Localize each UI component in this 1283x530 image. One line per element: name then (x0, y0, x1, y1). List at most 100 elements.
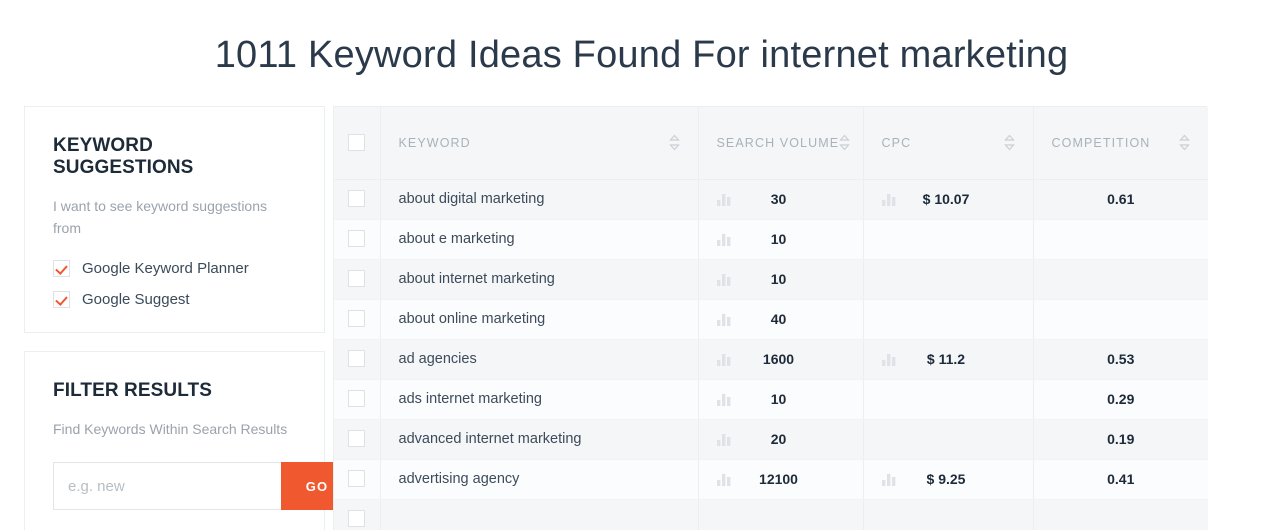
table-row[interactable]: about e marketing 10 (334, 219, 1208, 260)
row-checkbox-icon[interactable] (348, 270, 366, 288)
cell-cpc (863, 419, 1034, 460)
table-row[interactable]: about internet marketing 10 (334, 259, 1208, 300)
cell-keyword: advanced internet marketing (380, 419, 699, 460)
column-header-competition-label: COMPETITION (1051, 135, 1151, 150)
bar-chart-icon (716, 433, 730, 446)
suggestion-source-list: Google Keyword Planner Google Suggest (53, 259, 296, 308)
results-table-container: KEYWORD SEARCH VOLUME CPC COMPETITION ab… (333, 106, 1208, 530)
row-checkbox-icon[interactable] (348, 310, 366, 328)
checkbox-checked-icon[interactable] (53, 259, 70, 277)
filter-search-input[interactable] (53, 462, 281, 511)
cell-search-volume: 12100 (698, 459, 864, 500)
bar-chart-icon (716, 393, 730, 406)
checkbox-row-google-keyword-planner[interactable]: Google Keyword Planner (53, 259, 296, 277)
keyword-results-table: KEYWORD SEARCH VOLUME CPC COMPETITION ab… (334, 107, 1208, 530)
main-layout: KEYWORD SUGGESTIONS I want to see keywor… (0, 77, 1283, 530)
filter-search-row: GO (53, 462, 353, 511)
table-row[interactable]: ads internet marketing 10 0.29 (334, 379, 1208, 420)
cell-competition: 0.61 (1033, 179, 1208, 220)
row-select-cell[interactable] (334, 339, 381, 380)
cell-keyword: ads internet marketing (380, 379, 699, 420)
sort-chevron-icon[interactable] (1179, 134, 1190, 151)
cell-competition: 0.29 (1033, 379, 1208, 420)
row-checkbox-icon[interactable] (348, 470, 366, 488)
column-header-keyword[interactable]: KEYWORD (380, 107, 699, 180)
keyword-text: about e marketing (398, 231, 515, 247)
keyword-text: about digital marketing (398, 191, 545, 207)
row-select-cell[interactable] (334, 419, 381, 460)
cell-search-volume: 40 (698, 299, 864, 340)
table-header: KEYWORD SEARCH VOLUME CPC COMPETITION (334, 107, 1208, 180)
row-select-cell[interactable] (334, 219, 381, 260)
cell-cpc (863, 259, 1034, 300)
column-header-cpc[interactable]: CPC (863, 107, 1034, 180)
cell-search-volume: 30 (698, 179, 864, 220)
bar-chart-icon (716, 273, 730, 286)
row-select-cell[interactable] (334, 299, 381, 340)
keyword-text: about online marketing (398, 311, 546, 327)
filter-results-title: FILTER RESULTS (53, 379, 213, 401)
bar-chart-icon (716, 233, 730, 246)
row-checkbox-icon[interactable] (348, 390, 366, 408)
cell-competition: 0.19 (1033, 419, 1208, 460)
table-row[interactable] (334, 499, 1208, 530)
checkbox-label: Google Suggest (82, 290, 190, 308)
filter-results-subtitle: Find Keywords Within Search Results (53, 420, 288, 437)
row-select-cell[interactable] (334, 259, 381, 300)
row-checkbox-icon[interactable] (348, 190, 366, 208)
checkbox-row-google-suggest[interactable]: Google Suggest (53, 290, 296, 308)
cell-search-volume: 10 (698, 259, 864, 300)
cell-keyword: ad agencies (380, 339, 699, 380)
select-all-checkbox-icon[interactable] (348, 134, 366, 152)
checkbox-label: Google Keyword Planner (82, 259, 249, 277)
row-checkbox-icon[interactable] (348, 350, 366, 368)
row-select-cell[interactable] (334, 459, 381, 500)
table-body: about digital marketing 30 $ 10.07 0.61 abou… (334, 179, 1208, 530)
row-checkbox-icon[interactable] (348, 230, 366, 248)
bar-chart-icon (716, 193, 730, 206)
row-select-cell[interactable] (334, 499, 381, 530)
cell-competition: 0.41 (1033, 459, 1208, 500)
filter-results-card: FILTER RESULTS Find Keywords Within Sear… (24, 350, 353, 530)
keyword-text: advertising agency (398, 471, 520, 487)
cell-cpc: $ 9.25 (863, 459, 1034, 500)
cell-competition (1033, 299, 1208, 340)
cell-search-volume: 10 (698, 379, 864, 420)
column-header-search-volume-label: SEARCH VOLUME (716, 135, 840, 150)
row-select-cell[interactable] (334, 179, 381, 220)
keyword-suggestions-title: KEYWORD SUGGESTIONS (53, 135, 194, 178)
cell-cpc (863, 499, 1034, 530)
row-checkbox-icon[interactable] (348, 430, 366, 448)
table-row[interactable]: about digital marketing 30 $ 10.07 0.61 (334, 179, 1208, 220)
cell-search-volume: 1600 (698, 339, 864, 380)
sort-chevron-icon[interactable] (668, 134, 680, 151)
column-header-competition[interactable]: COMPETITION (1033, 107, 1208, 180)
cell-keyword (380, 499, 699, 530)
bar-chart-icon (881, 193, 895, 206)
cell-keyword: advertising agency (380, 459, 699, 500)
keyword-text: ads internet marketing (398, 391, 542, 407)
cell-keyword: about online marketing (380, 299, 699, 340)
column-header-select-all[interactable] (334, 107, 381, 180)
sort-chevron-icon[interactable] (839, 134, 850, 151)
cell-cpc (863, 299, 1034, 340)
cell-search-volume: 20 (698, 419, 864, 460)
cell-cpc: $ 10.07 (863, 179, 1034, 220)
column-header-cpc-label: CPC (881, 135, 912, 150)
column-header-search-volume[interactable]: SEARCH VOLUME (698, 107, 864, 180)
table-row[interactable]: advanced internet marketing 20 0.19 (334, 419, 1208, 460)
checkbox-checked-icon[interactable] (53, 290, 70, 308)
table-row[interactable]: advertising agency 12100 $ 9.25 0.41 (334, 459, 1208, 500)
cell-search-volume (698, 499, 864, 530)
row-select-cell[interactable] (334, 379, 381, 420)
sidebar: KEYWORD SUGGESTIONS I want to see keywor… (24, 106, 353, 530)
row-checkbox-icon[interactable] (348, 510, 366, 528)
cell-cpc: $ 11.2 (863, 339, 1034, 380)
sort-chevron-icon[interactable] (1003, 134, 1015, 151)
cell-keyword: about internet marketing (380, 259, 699, 300)
cell-cpc (863, 219, 1034, 260)
table-row[interactable]: ad agencies 1600 $ 11.2 0.53 (334, 339, 1208, 380)
bar-chart-icon (881, 353, 895, 366)
cell-competition: 0.53 (1033, 339, 1208, 380)
table-row[interactable]: about online marketing 40 (334, 299, 1208, 340)
